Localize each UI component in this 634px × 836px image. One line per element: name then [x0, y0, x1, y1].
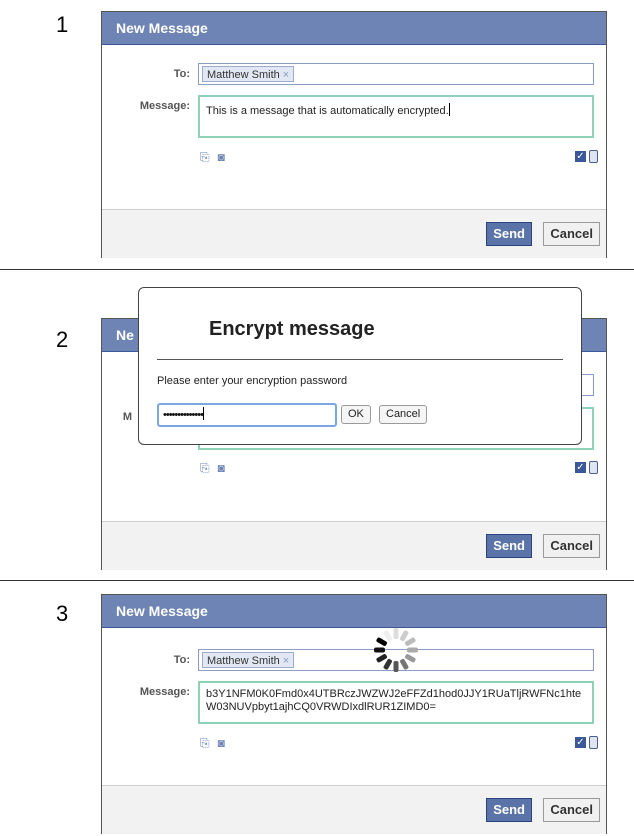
- remove-recipient-icon[interactable]: ×: [283, 69, 289, 81]
- encrypt-checkbox-icon[interactable]: ✓: [575, 462, 586, 474]
- message-field[interactable]: This is a message that is automatically …: [198, 95, 594, 138]
- lock-icon: [589, 461, 598, 475]
- send-button[interactable]: Send: [486, 222, 532, 246]
- dialog-footer: Send Cancel: [102, 521, 606, 570]
- encrypt-divider: [157, 359, 563, 360]
- message-label-partial: M: [122, 411, 132, 423]
- to-label: To:: [173, 68, 190, 80]
- encrypt-message-popup: Encrypt message Please enter your encryp…: [138, 287, 582, 445]
- camera-icon[interactable]: ◙: [218, 461, 225, 475]
- encrypt-checkbox-icon[interactable]: ✓: [575, 737, 586, 749]
- text-caret: [448, 103, 450, 116]
- attachment-icons: ⎘ ◙: [200, 150, 233, 165]
- attach-icon[interactable]: ⎘: [200, 461, 210, 475]
- camera-icon[interactable]: ◙: [218, 736, 225, 750]
- dialog-title: New Message: [102, 12, 606, 45]
- to-label: To:: [173, 654, 190, 666]
- lock-icon: [589, 736, 598, 750]
- new-message-dialog-1: New Message To: Matthew Smith × Message: …: [101, 11, 607, 258]
- send-button[interactable]: Send: [486, 798, 532, 822]
- attach-icon[interactable]: ⎘: [200, 736, 210, 750]
- attachment-icons: ⎘ ◙: [200, 461, 233, 476]
- message-label: Message:: [139, 686, 190, 698]
- message-label: Message:: [139, 100, 190, 112]
- text-caret: [202, 407, 204, 420]
- step-number-3: 3: [56, 601, 69, 626]
- dialog-title: New Message: [102, 595, 606, 628]
- recipient-name: Matthew Smith: [207, 655, 280, 667]
- cancel-button[interactable]: Cancel: [543, 798, 600, 822]
- to-field[interactable]: Matthew Smith ×: [198, 63, 594, 85]
- message-text: This is a message that is automatically …: [206, 105, 449, 117]
- message-field[interactable]: b3Y1NFM0K0Fmd0x4UTBRczJWZWJ2eFFZd1hod0JJ…: [198, 681, 594, 724]
- encrypt-prompt: Please enter your encryption password: [157, 375, 348, 387]
- encrypt-toggle[interactable]: ✓: [575, 149, 598, 164]
- cancel-button[interactable]: Cancel: [543, 534, 600, 558]
- dialog-footer: Send Cancel: [102, 209, 606, 258]
- ok-button[interactable]: OK: [341, 405, 371, 424]
- send-button[interactable]: Send: [486, 534, 532, 558]
- recipient-name: Matthew Smith: [207, 69, 280, 81]
- dialog-footer: Send Cancel: [102, 785, 606, 834]
- encrypt-toggle[interactable]: ✓: [575, 460, 598, 475]
- separator-2: [0, 580, 634, 581]
- encrypt-cancel-button[interactable]: Cancel: [379, 405, 428, 424]
- remove-recipient-icon[interactable]: ×: [283, 655, 289, 667]
- message-text: b3Y1NFM0K0Fmd0x4UTBRczJWZWJ2eFFZd1hod0JJ…: [206, 688, 582, 713]
- step-number-1: 1: [56, 12, 69, 37]
- step-number-2: 2: [56, 327, 69, 352]
- attach-icon[interactable]: ⎘: [200, 150, 210, 164]
- camera-icon[interactable]: ◙: [218, 150, 225, 164]
- password-mask: ••••••••••••••: [163, 409, 204, 421]
- new-message-dialog-3: New Message To: Matthew Smith × Message: …: [101, 594, 607, 834]
- cancel-button[interactable]: Cancel: [543, 222, 600, 246]
- encrypt-title: Encrypt message: [209, 318, 375, 340]
- loading-spinner-icon: [374, 628, 418, 672]
- encrypt-checkbox-icon[interactable]: ✓: [575, 151, 586, 163]
- recipient-token[interactable]: Matthew Smith ×: [202, 66, 295, 82]
- separator-1: [0, 269, 634, 270]
- recipient-token[interactable]: Matthew Smith ×: [202, 652, 295, 668]
- encrypt-toggle[interactable]: ✓: [575, 735, 598, 750]
- password-input[interactable]: ••••••••••••••: [157, 403, 337, 427]
- attachment-icons: ⎘ ◙: [200, 736, 233, 751]
- lock-icon: [589, 150, 598, 164]
